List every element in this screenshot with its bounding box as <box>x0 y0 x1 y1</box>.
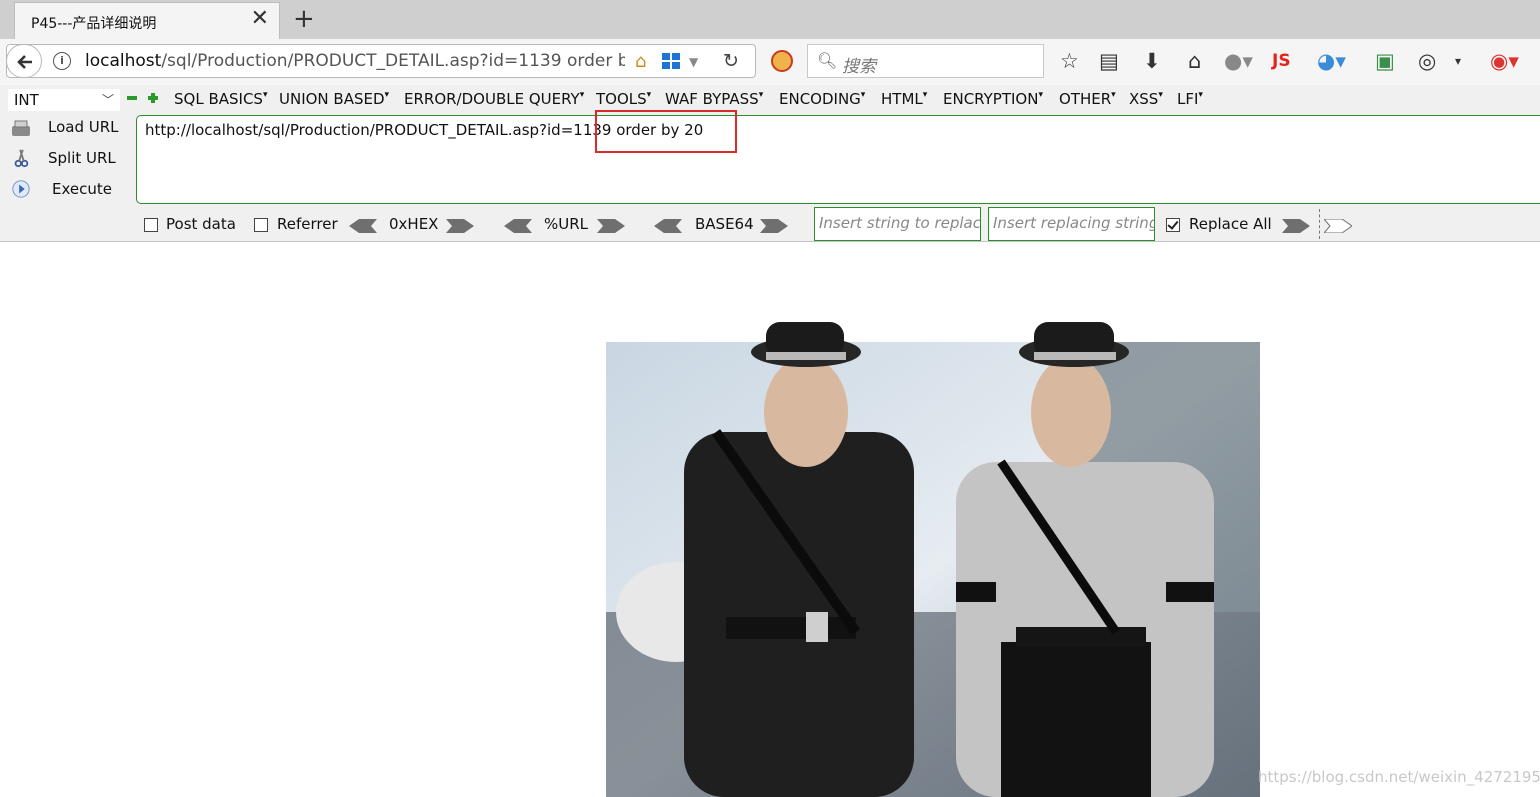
url-encode-label: %URL <box>544 215 589 233</box>
menu-sql-basics[interactable]: SQL BASICS▾ <box>174 90 267 108</box>
search-input[interactable]: 🔍︎ 搜索 <box>807 44 1044 78</box>
annotation-highlight-box <box>595 110 737 153</box>
replacing-string-input[interactable]: Insert replacing string <box>988 207 1155 241</box>
windows-icon[interactable] <box>662 53 680 70</box>
base64-decode-arrow-icon[interactable] <box>654 219 682 233</box>
bookmark-star-icon[interactable]: ☆ <box>1060 49 1079 73</box>
tab-product-detail[interactable]: P45---产品详细说明 ✕ <box>14 2 280 39</box>
back-button[interactable] <box>6 44 42 78</box>
reload-icon[interactable]: ↻ <box>723 50 739 72</box>
new-tab-button[interactable]: + <box>293 4 315 34</box>
url-text[interactable]: localhost/sql/Production/PRODUCT_DETAIL.… <box>85 51 625 71</box>
menu-other[interactable]: OTHER▾ <box>1059 90 1116 108</box>
tab-strip: P45---产品详细说明 ✕ + <box>0 0 1540 39</box>
home-badge-icon[interactable]: ⌂ <box>635 51 646 72</box>
injection-type-value: INT <box>14 91 39 109</box>
hex-label: 0xHEX <box>389 215 439 233</box>
split-url-button[interactable]: Split URL <box>48 149 116 167</box>
replace-next-arrow-icon[interactable] <box>1324 219 1352 233</box>
menu-encoding[interactable]: ENCODING▾ <box>779 90 865 108</box>
tab-title: P45---产品详细说明 <box>31 16 157 32</box>
reading-list-icon[interactable]: ▤ <box>1099 49 1119 73</box>
load-url-icon <box>12 120 30 136</box>
product-image <box>606 312 1260 797</box>
replace-all-label: Replace All <box>1189 215 1272 233</box>
menu-error-double-query[interactable]: ERROR/DOUBLE QUERY▾ <box>404 90 584 108</box>
navigation-bar: i localhost/sql/Production/PRODUCT_DETAI… <box>0 39 1540 85</box>
referrer-label: Referrer <box>277 215 338 233</box>
minus-icon[interactable] <box>127 96 137 100</box>
palette-icon[interactable]: ◎ <box>1418 49 1436 73</box>
image-addon-icon[interactable]: ▣ <box>1375 49 1395 73</box>
url-path: /sql/Production/PRODUCT_DETAIL.asp?id=11… <box>161 51 625 71</box>
referrer-checkbox[interactable] <box>254 218 268 232</box>
menu-html[interactable]: HTML▾ <box>881 90 927 108</box>
execute-button[interactable]: Execute <box>52 180 112 198</box>
js-addon-icon[interactable]: JS <box>1272 49 1291 73</box>
replace-string-input[interactable]: Insert string to replace <box>814 207 981 241</box>
execute-icon <box>12 180 30 198</box>
block-addon-icon[interactable] <box>771 50 793 72</box>
hackbar-panel: INT ﹀ SQL BASICS▾ UNION BASED▾ ERROR/DOU… <box>0 85 1540 242</box>
search-placeholder: 搜索 <box>842 57 876 77</box>
url-textarea[interactable]: http://localhost/sql/Production/PRODUCT_… <box>136 115 1540 204</box>
overflow-menu-icon[interactable]: ▾ <box>1455 49 1461 73</box>
divider <box>1319 209 1321 239</box>
profile-addon-icon[interactable]: ◉▾ <box>1490 49 1519 73</box>
url-host: localhost <box>85 51 162 71</box>
plus-icon[interactable] <box>148 93 158 103</box>
watermark-text: https://blog.csdn.net/weixin_42721957 <box>1258 768 1540 786</box>
color-addon-icon[interactable]: ◕▾ <box>1317 49 1346 73</box>
base64-label: BASE64 <box>695 215 754 233</box>
url-decode-arrow-icon[interactable] <box>504 219 532 233</box>
hex-encode-arrow-icon[interactable] <box>446 219 474 233</box>
globe-addon-icon[interactable]: ●▾ <box>1224 49 1253 73</box>
url-encode-arrow-icon[interactable] <box>597 219 625 233</box>
injection-type-select[interactable]: INT ﹀ <box>8 89 120 111</box>
tab-close-icon[interactable]: ✕ <box>251 8 269 30</box>
url-bar[interactable]: i localhost/sql/Production/PRODUCT_DETAI… <box>6 44 756 78</box>
hex-decode-arrow-icon[interactable] <box>349 219 377 233</box>
replace-arrow-icon[interactable] <box>1282 219 1310 233</box>
menu-union-based[interactable]: UNION BASED▾ <box>279 90 389 108</box>
menu-xss[interactable]: XSS▾ <box>1129 90 1163 108</box>
load-url-button[interactable]: Load URL <box>48 118 119 136</box>
base64-encode-arrow-icon[interactable] <box>760 219 788 233</box>
replace-all-checkbox[interactable] <box>1166 218 1180 232</box>
home-icon[interactable]: ⌂ <box>1188 49 1201 73</box>
menu-encryption[interactable]: ENCRYPTION▾ <box>943 90 1043 108</box>
back-arrow-icon <box>17 55 32 69</box>
menu-waf-bypass[interactable]: WAF BYPASS▾ <box>665 90 763 108</box>
info-icon[interactable]: i <box>53 52 71 70</box>
url-dropdown-icon[interactable]: ▼ <box>689 55 698 69</box>
search-icon: 🔍︎ <box>817 51 838 70</box>
menu-lfi[interactable]: LFI▾ <box>1177 90 1203 108</box>
post-data-checkbox[interactable] <box>144 218 158 232</box>
download-icon[interactable]: ⬇ <box>1143 49 1161 73</box>
menu-tools[interactable]: TOOLS▾ <box>596 90 651 108</box>
split-url-icon <box>14 149 29 168</box>
security-guards-photo <box>606 322 1260 797</box>
chevron-down-icon: ﹀ <box>101 93 114 107</box>
post-data-label: Post data <box>166 215 236 233</box>
